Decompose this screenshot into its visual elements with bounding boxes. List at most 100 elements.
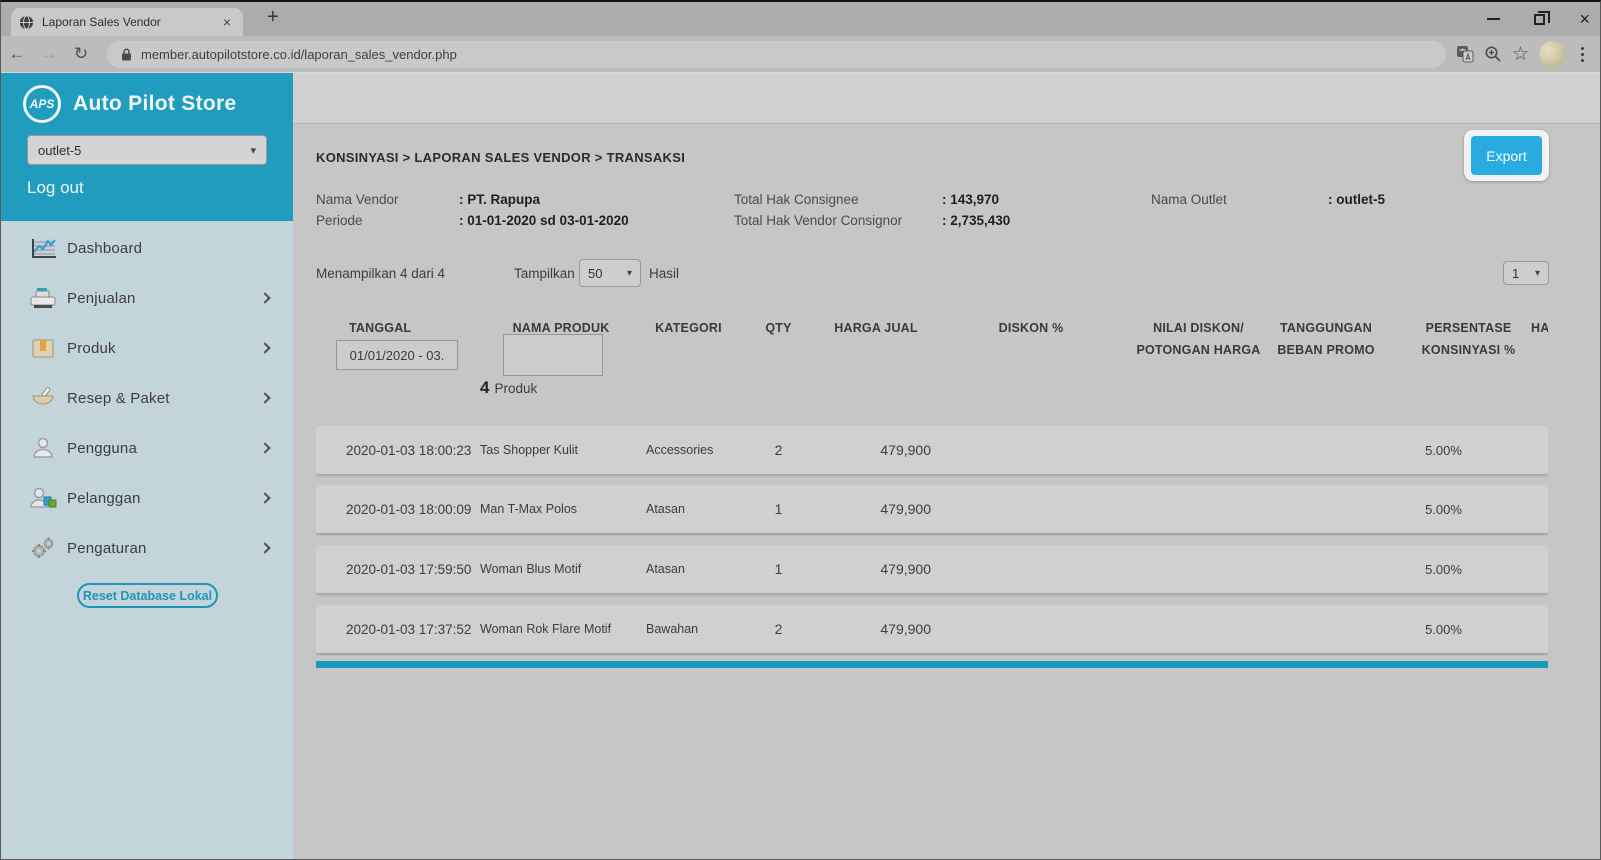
page-number-select[interactable]: 1 ▾: [1503, 261, 1549, 285]
col-header-persentase-1: PERSENTASE: [1425, 321, 1512, 335]
nama-outlet-value: : outlet-5: [1328, 192, 1385, 207]
url-field[interactable]: member.autopilotstore.co.id/laporan_sale…: [107, 40, 1446, 68]
browser-url-bar: ← → ↻ member.autopilotstore.co.id/lapora…: [1, 36, 1600, 72]
cell-harga-jual: 479,900: [880, 561, 931, 577]
translate-icon[interactable]: [1456, 45, 1474, 63]
col-header-tanggal: TANGGAL: [349, 321, 412, 335]
page-size-value: 50: [588, 265, 603, 281]
cell-diskon: [971, 545, 1091, 593]
total-hak-consignee-label: Total Hak Consignee: [734, 192, 859, 207]
cell-nama-produk: Tas Shopper Kulit: [480, 443, 578, 457]
reset-database-button[interactable]: Reset Database Lokal: [77, 583, 218, 608]
periode-value: : 01-01-2020 sd 03-01-2020: [459, 213, 629, 228]
cell-persentase: 5.00%: [1425, 501, 1462, 517]
nama-vendor-value: : PT. Rapupa: [459, 192, 541, 207]
cell-persentase: 5.00%: [1425, 561, 1462, 577]
user-icon: [27, 436, 59, 460]
total-hak-vendor-label: Total Hak Vendor Consignor: [734, 213, 903, 228]
browser-tab-bar: Laporan Sales Vendor × + ×: [1, 2, 1600, 36]
page-size-select[interactable]: 50 ▾: [579, 259, 641, 287]
total-hak-vendor-value: : 2,735,430: [942, 213, 1011, 228]
new-tab-icon[interactable]: +: [259, 6, 287, 29]
nama-outlet-label: Nama Outlet: [1151, 192, 1227, 207]
outlet-select-value: outlet-5: [38, 142, 82, 158]
col-header-persentase-2: KONSINYASI %: [1421, 343, 1516, 357]
sidebar-item-penjualan[interactable]: Penjualan: [1, 273, 293, 323]
cell-kategori: Atasan: [646, 562, 685, 576]
sidebar-item-label: Resep & Paket: [67, 389, 170, 407]
content-top-bar: [293, 73, 1600, 124]
chevron-right-icon: [259, 292, 271, 304]
back-icon[interactable]: ←: [1, 44, 33, 64]
url-text: member.autopilotstore.co.id/laporan_sale…: [141, 46, 457, 62]
cell-tanggal: 2020-01-03 17:37:52: [346, 621, 472, 637]
sidebar-item-pengaturan[interactable]: Pengaturan: [1, 523, 293, 573]
bookmark-star-icon[interactable]: ☆: [1512, 45, 1529, 64]
horizontal-scrollbar[interactable]: [316, 661, 1548, 668]
browser-menu-icon[interactable]: [1575, 45, 1590, 64]
main-content: Export KONSINYASI > LAPORAN SALES VENDOR…: [293, 73, 1600, 859]
sidebar-header: APS Auto Pilot Store outlet-5 ▾ Log out: [1, 73, 293, 221]
export-highlight: Export: [1464, 130, 1549, 181]
sidebar-item-resep-paket[interactable]: Resep & Paket: [1, 373, 293, 423]
cell-tanggal: 2020-01-03 17:59:50: [346, 561, 472, 577]
cell-kategori: Bawahan: [646, 622, 699, 636]
refresh-icon[interactable]: ↻: [65, 44, 97, 64]
col-header-harga-jual: HARGA JUAL: [834, 321, 918, 335]
col-header-nama-produk: NAMA PRODUK: [512, 321, 610, 335]
sales-table: TANGGAL NAMA PRODUK KATEGORI QTY HARGA J…: [316, 303, 1548, 683]
cell-qty: 1: [774, 501, 783, 517]
sidebar-item-label: Produk: [67, 339, 116, 357]
cell-harga-jual: 479,900: [880, 442, 931, 458]
cell-nama-produk: Woman Rok Flare Motif: [480, 622, 612, 636]
breadcrumb: KONSINYASI > LAPORAN SALES VENDOR > TRAN…: [316, 150, 686, 165]
tab-close-icon[interactable]: ×: [219, 14, 235, 30]
col-header-diskon: DISKON %: [998, 321, 1064, 335]
zoom-icon[interactable]: [1484, 45, 1502, 63]
product-count-label: Produk: [494, 381, 538, 396]
window-close-icon[interactable]: ×: [1579, 10, 1590, 28]
col-header-clipped: HA: [1531, 321, 1548, 335]
cell-harga-jual: 479,900: [880, 621, 931, 637]
minimize-icon[interactable]: [1487, 18, 1501, 20]
url-bar-actions: ☆: [1456, 41, 1600, 67]
total-hak-consignee-value: : 143,970: [942, 192, 1000, 207]
profile-avatar[interactable]: [1539, 41, 1565, 67]
restore-icon[interactable]: [1534, 10, 1551, 25]
cell-tanggal: 2020-01-03 18:00:23: [346, 442, 472, 458]
window-controls: ×: [1487, 2, 1590, 36]
cell-tanggal: 2020-01-03 18:00:09: [346, 501, 472, 517]
browser-tab[interactable]: Laporan Sales Vendor ×: [11, 8, 243, 36]
sidebar-item-pelanggan[interactable]: Pelanggan: [1, 473, 293, 523]
chevron-right-icon: [259, 392, 271, 404]
chevron-down-icon: ▾: [626, 267, 632, 279]
cell-kategori: Accessories: [646, 443, 714, 457]
tanggal-filter-input[interactable]: [336, 340, 458, 370]
sidebar-menu: Dashboard Penjualan Produk Resep & Paket…: [1, 223, 293, 573]
forward-icon[interactable]: →: [33, 44, 65, 64]
col-header-kategori: KATEGORI: [655, 321, 722, 335]
sidebar-item-pengguna[interactable]: Pengguna: [1, 423, 293, 473]
cell-persentase: 5.00%: [1425, 621, 1462, 637]
sidebar-item-produk[interactable]: Produk: [1, 323, 293, 373]
logout-link[interactable]: Log out: [27, 178, 84, 198]
hasil-label: Hasil: [649, 266, 680, 281]
showing-count-text: Menampilkan 4 dari 4: [316, 266, 446, 281]
sidebar-item-label: Pelanggan: [67, 489, 141, 507]
tab-title: Laporan Sales Vendor: [42, 15, 161, 29]
nama-produk-filter-input[interactable]: [503, 334, 603, 376]
sidebar-item-dashboard[interactable]: Dashboard: [1, 223, 293, 273]
chevron-right-icon: [259, 442, 271, 454]
sidebar-item-label: Pengaturan: [67, 539, 147, 557]
page-number-value: 1: [1512, 265, 1520, 281]
dashboard-chart-icon: [27, 237, 59, 259]
sidebar: APS Auto Pilot Store outlet-5 ▾ Log out …: [1, 73, 293, 859]
product-box-icon: [27, 336, 59, 360]
customer-icon: [27, 486, 59, 510]
cell-diskon: [971, 605, 1091, 653]
app-root: APS Auto Pilot Store outlet-5 ▾ Log out …: [1, 72, 1600, 859]
export-button[interactable]: Export: [1471, 136, 1542, 175]
outlet-select[interactable]: outlet-5 ▾: [27, 135, 267, 165]
chevron-down-icon: ▾: [250, 144, 256, 157]
sidebar-item-label: Dashboard: [67, 239, 143, 257]
